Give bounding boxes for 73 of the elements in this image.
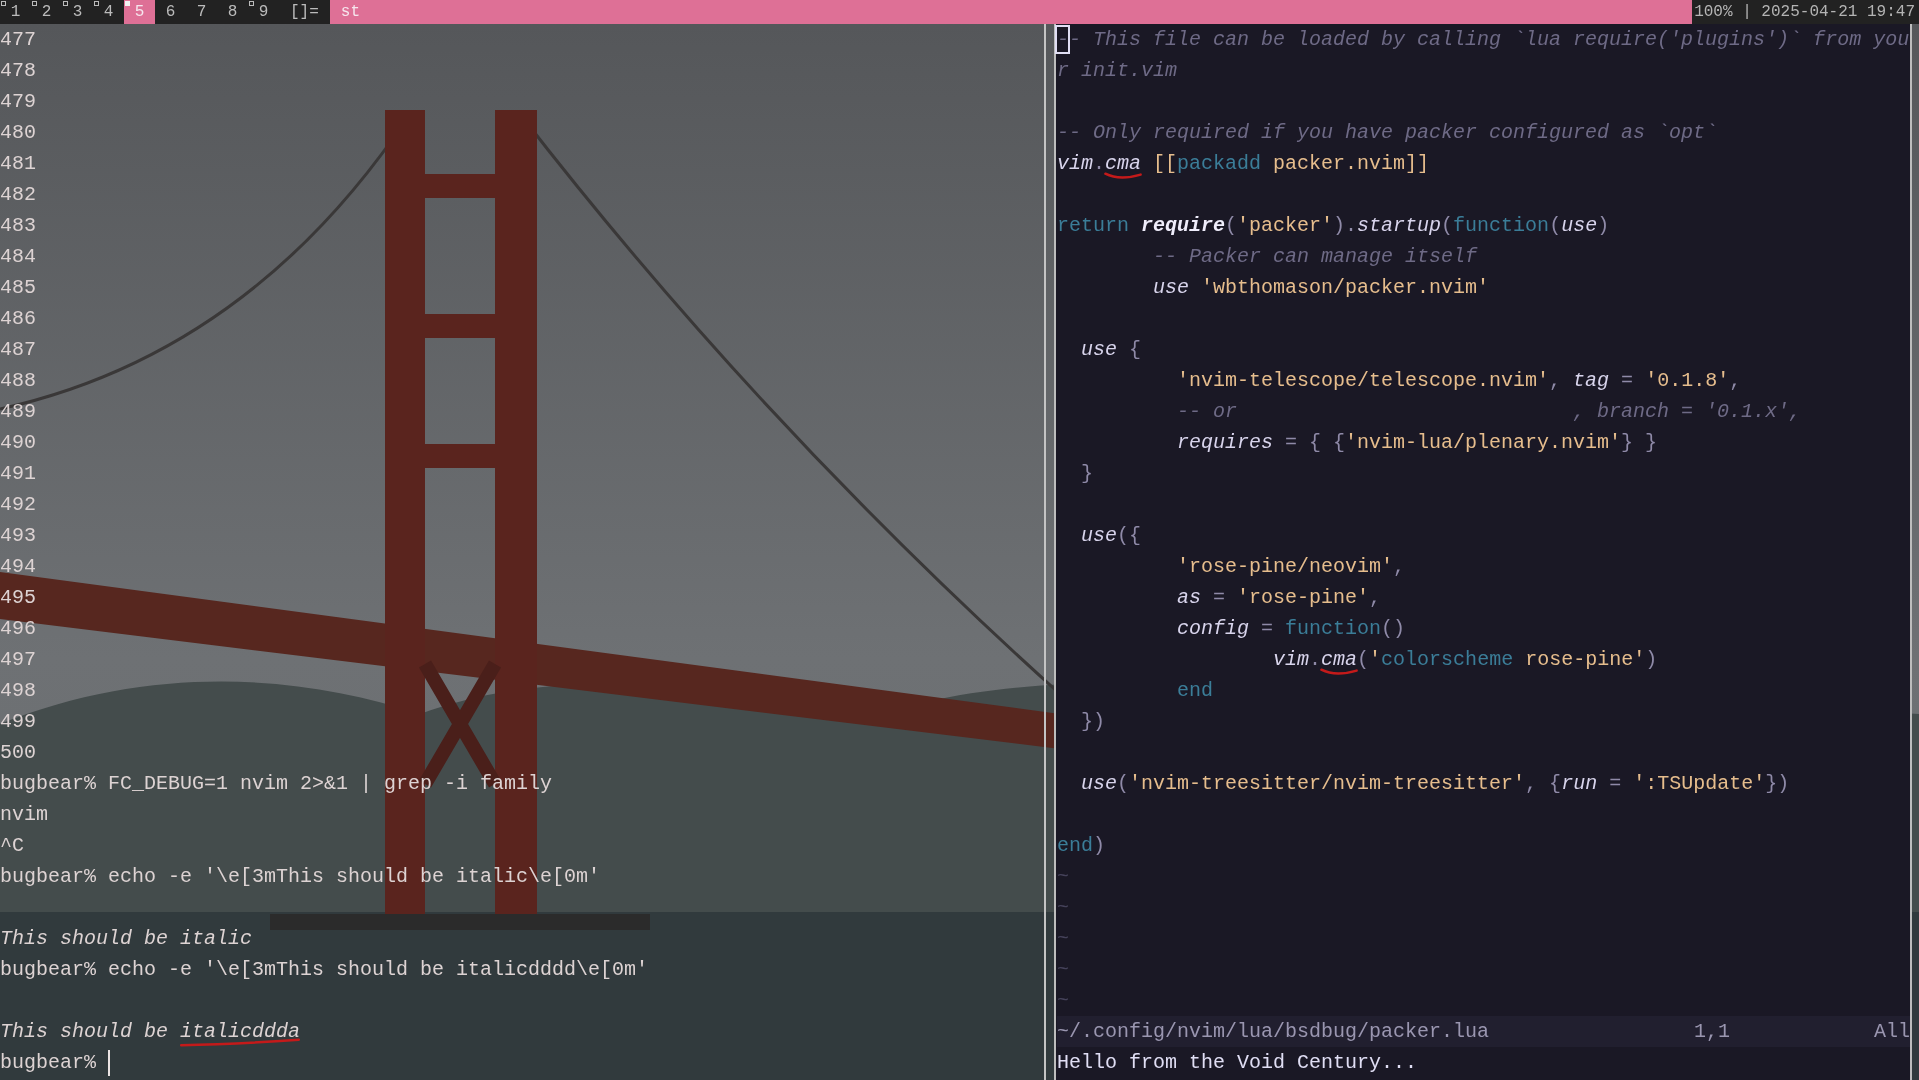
code-line: use('nvim-treesitter/nvim-treesitter', {run = ':TSUpdate'}): [1081, 772, 1790, 795]
terminal-line: bugbear%: [0, 1051, 96, 1074]
terminal-line: bugbear% echo -e '\e[3mThis should be italicdddd\e[0m': [0, 958, 649, 981]
code-line: end): [1057, 834, 1106, 857]
code-line: }: [1081, 462, 1093, 485]
code-line: end: [1177, 679, 1214, 702]
code-line: 'rose-pine/neovim',: [1177, 555, 1406, 578]
code-line: -- or , branch = '0.1.x',: [1177, 400, 1802, 423]
empty-line-marker: ~: [1057, 989, 1069, 1012]
terminal-line: 478: [0, 59, 36, 82]
terminal-line: 481: [0, 152, 36, 175]
tag-button[interactable]: 7: [186, 0, 217, 24]
code-line: -- Packer can manage itself: [1153, 245, 1478, 268]
empty-line-marker: ~: [1057, 865, 1069, 888]
terminal-line: 493: [0, 524, 36, 547]
tag-button[interactable]: 8: [217, 0, 248, 24]
terminal-line: 488: [0, 369, 36, 392]
terminal-line: 499: [0, 710, 36, 733]
tag-button[interactable]: 2: [31, 0, 62, 24]
tag-button[interactable]: 9: [248, 0, 279, 24]
empty-line-marker: ~: [1057, 927, 1069, 950]
scroll-position: All: [1874, 1019, 1910, 1045]
terminal-line: 489: [0, 400, 36, 423]
code-line: -- Only required if you have packer configured as `opt`: [1057, 121, 1718, 144]
terminal-line: 497: [0, 648, 36, 671]
tag-button[interactable]: 4: [93, 0, 124, 24]
terminal-line: 482: [0, 183, 36, 206]
empty-line-marker: ~: [1057, 958, 1069, 981]
code-line: vim.cma [[packadd packer.nvim]]: [1057, 152, 1430, 175]
terminal-line: 479: [0, 90, 36, 113]
code-line: as = 'rose-pine',: [1177, 586, 1382, 609]
terminal-line: This should be italicddda: [0, 1020, 301, 1043]
code-line: use {: [1081, 338, 1142, 361]
terminal-line: This should be italic: [0, 927, 253, 950]
terminal-line: bugbear% FC_DEBUG=1 nvim 2>&1 | grep -i family: [0, 772, 553, 795]
code-line: r init.vim: [1057, 59, 1178, 82]
code-line: use 'wbthomason/packer.nvim': [1153, 276, 1490, 299]
terminal-line: 494: [0, 555, 36, 578]
terminal-line: 483: [0, 214, 36, 237]
code-line: }): [1081, 710, 1105, 733]
cursor-position: 1,1: [1693, 1019, 1730, 1045]
tag-button[interactable]: 6: [155, 0, 186, 24]
code-line: config = function(): [1177, 617, 1406, 640]
code-line: use({: [1081, 524, 1142, 547]
terminal-line: bugbear% echo -e '\e[3mThis should be italic\e[0m': [0, 865, 601, 888]
terminal-line: 485: [0, 276, 36, 299]
terminal-line: 495: [0, 586, 36, 609]
terminal-line: nvim: [0, 803, 48, 826]
terminal-line: 486: [0, 307, 36, 330]
code-line: requires = { {'nvim-lua/plenary.nvim'} }: [1177, 431, 1658, 454]
code-line: vim.cma('colorscheme rose-pine'): [1273, 648, 1658, 671]
terminal-line: 492: [0, 493, 36, 516]
terminal-line: 484: [0, 245, 36, 268]
terminal-line: 487: [0, 338, 36, 361]
terminal-line: 480: [0, 121, 36, 144]
tag-button[interactable]: 1: [0, 0, 31, 24]
code-line: -- This file can be loaded by calling `lua require('plugins')` from you: [1057, 28, 1910, 51]
message-text: Hello from the Void Century...: [1057, 1051, 1418, 1074]
terminal-line: 498: [0, 679, 36, 702]
terminal-line: 491: [0, 462, 36, 485]
terminal-line: 490: [0, 431, 36, 454]
layout-symbol[interactable]: []=: [279, 0, 330, 24]
tag-button[interactable]: 3: [62, 0, 93, 24]
terminal-line: 500: [0, 741, 36, 764]
code-line: return require('packer').startup(function(use): [1057, 214, 1610, 237]
window-title: st: [329, 0, 1693, 24]
file-path: ~/.config/nvim/lua/bsdbug/packer.lua: [1057, 1019, 1490, 1045]
terminal-line: 496: [0, 617, 36, 640]
status-text: 100% | 2025-04-21 19:47: [1693, 2, 1916, 23]
terminal-line: 477: [0, 28, 36, 51]
empty-line-marker: ~: [1057, 896, 1069, 919]
terminal-line: ^C: [0, 834, 24, 857]
code-line: 'nvim-telescope/telescope.nvim', tag = '0.1.8',: [1177, 369, 1742, 392]
